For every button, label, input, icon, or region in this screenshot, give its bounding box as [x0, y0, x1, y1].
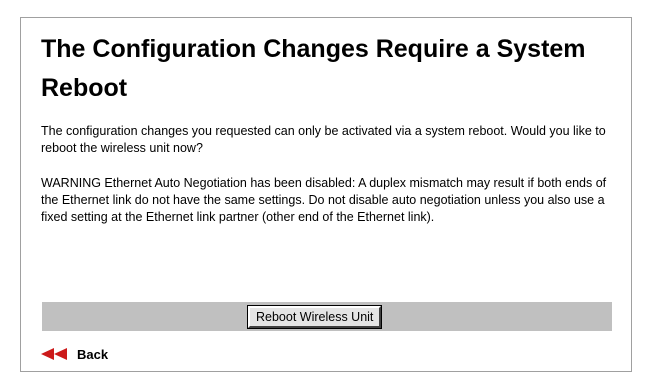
reboot-wireless-unit-button[interactable]: Reboot Wireless Unit — [246, 305, 383, 329]
reboot-prompt-text: The configuration changes you requested … — [41, 124, 606, 155]
warning-text: WARNING Ethernet Auto Negotiation has be… — [41, 176, 607, 224]
back-link[interactable]: Back — [41, 346, 108, 362]
double-left-arrow-icon — [41, 348, 67, 360]
button-bar: Reboot Wireless Unit — [42, 302, 612, 331]
page-title: The Configuration Changes Require a Syst… — [41, 35, 586, 102]
content-panel: The Configuration Changes Require a Syst… — [20, 17, 632, 372]
back-label: Back — [77, 346, 109, 362]
